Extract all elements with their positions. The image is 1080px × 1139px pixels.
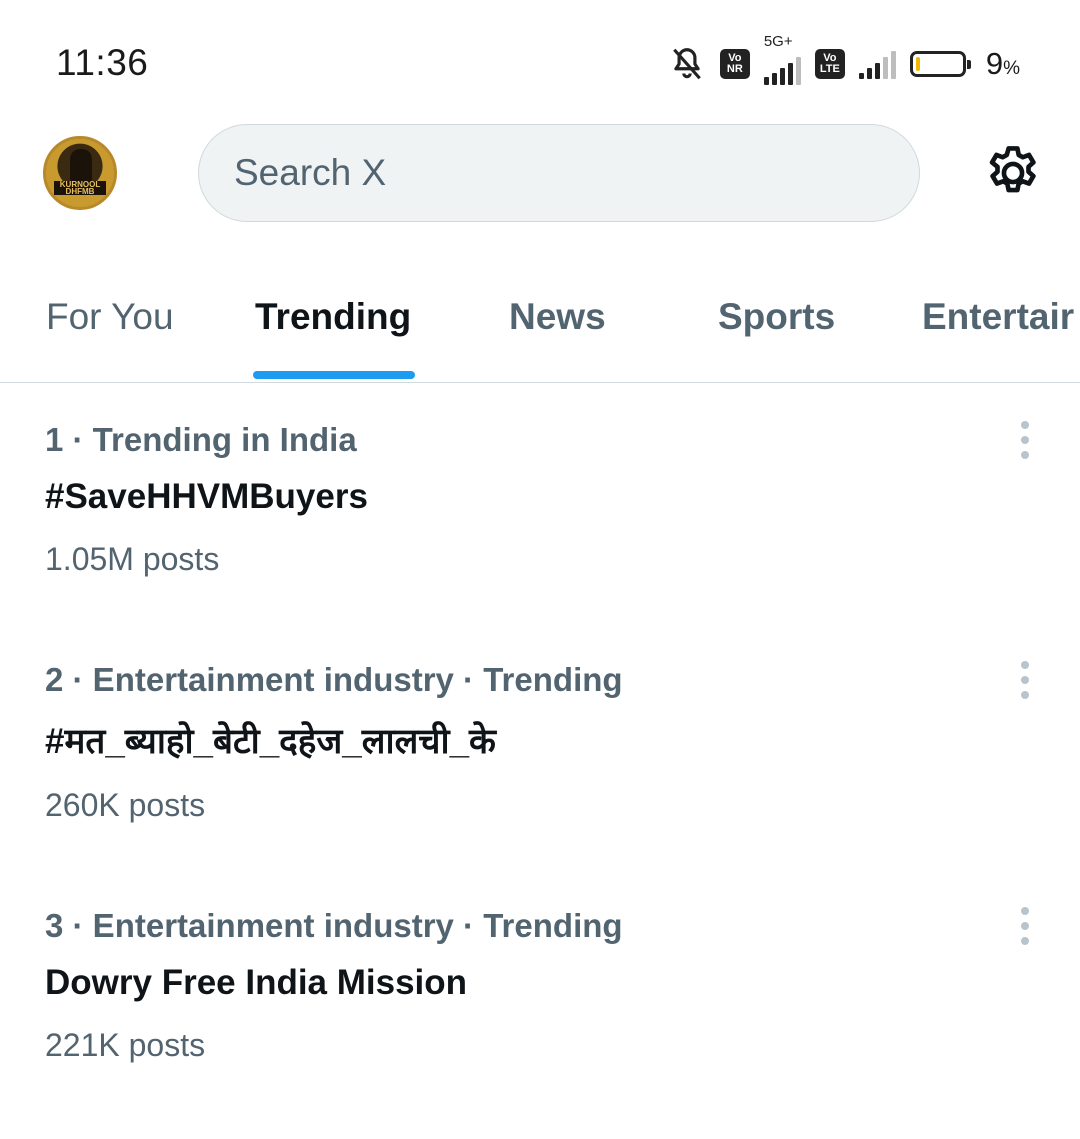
vonr-line2: NR bbox=[726, 63, 743, 75]
status-time: 11:36 bbox=[56, 42, 149, 83]
battery-percent-value: 9 bbox=[985, 46, 1004, 81]
volte-line2: LTE bbox=[819, 63, 840, 75]
trend-topic: #मत_ब्याहो_बेटी_दहेज_लालची_के bbox=[45, 722, 496, 761]
avatar[interactable]: KURNOOL DHFMB bbox=[43, 136, 117, 210]
trend-meta: 2 · Entertainment industry · Trending bbox=[45, 661, 623, 698]
more-options-icon[interactable] bbox=[1010, 661, 1040, 701]
volte-badge: Vo LTE bbox=[814, 49, 845, 79]
trend-item[interactable]: 1 · Trending in India #SaveHHVMBuyers 1.… bbox=[0, 421, 1080, 651]
tab-sports[interactable]: Sports bbox=[718, 296, 835, 338]
sim1-signal: 5G+ bbox=[763, 33, 801, 85]
trend-item[interactable]: 3 · Entertainment industry · Trending Do… bbox=[0, 907, 1080, 1137]
trend-topic: #SaveHHVMBuyers bbox=[45, 477, 368, 516]
active-tab-indicator bbox=[253, 371, 415, 379]
trend-topic: Dowry Free India Mission bbox=[45, 963, 468, 1002]
status-bar: 11:36 Vo NR 5G+ Vo LTE 9% bbox=[0, 0, 1080, 120]
gear-icon[interactable] bbox=[982, 142, 1044, 204]
avatar-figure bbox=[70, 149, 92, 183]
tab-entertainment[interactable]: Entertair bbox=[922, 296, 1074, 338]
avatar-text: KURNOOL DHFMB bbox=[54, 181, 106, 196]
sim2-signal-icon bbox=[858, 49, 896, 79]
battery-icon bbox=[909, 51, 971, 77]
signal-icon bbox=[763, 55, 801, 85]
status-icons: Vo NR 5G+ Vo LTE 9% bbox=[668, 33, 1020, 85]
tab-for-you[interactable]: For You bbox=[46, 296, 174, 338]
trend-post-count: 221K posts bbox=[45, 1027, 206, 1063]
trend-meta: 3 · Entertainment industry · Trending bbox=[45, 907, 623, 944]
bell-off-icon bbox=[672, 48, 701, 80]
tab-news[interactable]: News bbox=[509, 296, 606, 338]
more-options-icon[interactable] bbox=[1010, 421, 1040, 461]
battery-level-fill bbox=[915, 57, 920, 71]
battery-percent-sign: % bbox=[1003, 58, 1020, 79]
vonr-badge: Vo NR bbox=[719, 49, 750, 79]
search-box[interactable] bbox=[198, 124, 920, 222]
trend-post-count: 1.05M posts bbox=[45, 541, 220, 577]
search-input[interactable] bbox=[232, 151, 876, 195]
explore-tabs: For You Trending News Sports Entertair bbox=[0, 270, 1080, 383]
trend-item[interactable]: 2 · Entertainment industry · Trending #म… bbox=[0, 661, 1080, 891]
more-options-icon[interactable] bbox=[1010, 907, 1040, 947]
network-type-label: 5G+ bbox=[763, 33, 793, 50]
battery-percent: 9% bbox=[986, 46, 1020, 82]
trend-meta: 1 · Trending in India bbox=[45, 421, 357, 458]
trend-post-count: 260K posts bbox=[45, 787, 206, 823]
tab-trending[interactable]: Trending bbox=[255, 296, 411, 338]
